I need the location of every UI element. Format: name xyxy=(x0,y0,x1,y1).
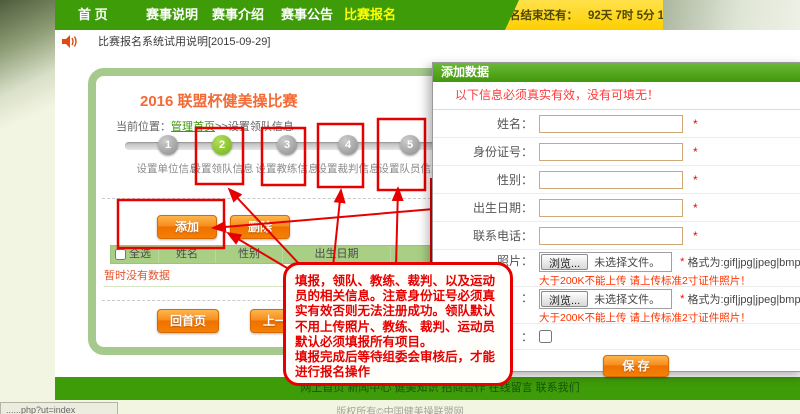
announcement-bar: 比赛报名系统试用说明[2015-09-29] xyxy=(62,33,270,49)
page-title: 2016 联盟杯健美操比赛 xyxy=(140,90,298,111)
select-all-label: 全选 xyxy=(129,246,151,263)
format-required-mark: * xyxy=(680,256,684,268)
step-circle-5: 5 xyxy=(400,135,420,155)
size-note-2: 大于200K不能上传 请上传标准2寸证件照片！ xyxy=(539,310,800,325)
annotation-line: 员的相关信息。注意身份证号必须真 xyxy=(295,289,504,304)
browse-button-1[interactable]: 浏览... xyxy=(541,254,588,270)
name-label: 姓名： xyxy=(433,115,533,132)
table-header-birthdate: 出生日期 xyxy=(283,246,391,263)
step-circle-2-active: 2 xyxy=(212,135,232,155)
step-circle-4: 4 xyxy=(338,135,358,155)
name-input[interactable] xyxy=(539,115,683,133)
annotation-line: 填报完成后等待组委会审核后，才能 xyxy=(295,350,504,365)
gender-label: 性别： xyxy=(433,171,533,188)
add-button[interactable]: 添加 xyxy=(157,215,217,239)
decor-corner-left xyxy=(0,0,55,150)
annotation-line: 进行报名操作 xyxy=(295,365,504,380)
copyright-text: 版权所有©中国健美操联盟网 xyxy=(260,403,540,414)
breadcrumb: 当前位置：管理首页>>设置领队信息 xyxy=(116,118,294,134)
countdown-banner: 距报名结束还有： 92天 7时 5分 16秒 xyxy=(505,0,663,30)
form-row-name: 姓名： * xyxy=(433,110,800,138)
gender-input[interactable] xyxy=(539,171,683,189)
browser-status-url: ......php?ut=index xyxy=(0,402,118,414)
table-header-gender: 性别 xyxy=(216,246,283,263)
breadcrumb-link-admin-home[interactable]: 管理首页 xyxy=(171,121,215,133)
breadcrumb-prefix: 当前位置： xyxy=(116,121,171,133)
save-button[interactable]: 保 存 xyxy=(603,355,669,377)
format-required-mark: * xyxy=(680,293,684,305)
required-mark: * xyxy=(693,173,698,187)
modal-checkbox[interactable] xyxy=(539,330,552,343)
delete-button[interactable]: 删除 xyxy=(230,215,290,239)
required-mark: * xyxy=(693,117,698,131)
required-mark: * xyxy=(693,229,698,243)
birthdate-input[interactable] xyxy=(539,199,683,217)
browse-button-2[interactable]: 浏览... xyxy=(541,291,588,307)
step-label-judge: 设置裁判信息 xyxy=(313,161,383,176)
form-row-birthdate: 出生日期： * xyxy=(433,194,800,222)
idnumber-label: 身份证号： xyxy=(433,143,533,160)
nav-item-event-notice[interactable]: 赛事公告 xyxy=(281,0,333,30)
format-note-2: 格式为:gif|jpg|jpeg|bmp xyxy=(687,291,800,307)
annotation-line: 默认必须填报所有项目。 xyxy=(295,335,504,350)
step-circle-3: 3 xyxy=(277,135,297,155)
back-home-button[interactable]: 回首页 xyxy=(157,309,219,333)
table-header-name: 姓名 xyxy=(159,246,216,263)
select-all-checkbox[interactable] xyxy=(115,249,126,260)
modal-notice: 以下信息必须真实有效，没有可填无！ xyxy=(433,82,800,110)
form-row-idnumber: 身份证号： * xyxy=(433,138,800,166)
required-mark: * xyxy=(693,145,698,159)
no-file-text-1: 未选择文件。 xyxy=(589,254,671,270)
nav-item-registration[interactable]: 比赛报名 xyxy=(344,0,396,30)
required-mark: * xyxy=(693,201,698,215)
phone-label: 联系电话： xyxy=(433,227,533,244)
modal-title: 添加数据 xyxy=(433,63,800,82)
step-circle-1: 1 xyxy=(158,135,178,155)
table-header-select: 全选 xyxy=(111,246,159,263)
bottom-strip: 版权所有©中国健美操联盟网 xyxy=(0,400,800,414)
step-label-leader: 设置领队信息 xyxy=(187,161,257,176)
phone-input[interactable] xyxy=(539,227,683,245)
birthdate-label: 出生日期： xyxy=(433,199,533,216)
screen: 首 页 赛事说明 赛事介绍 赛事公告 比赛报名 距报名结束还有： 92天 7时 … xyxy=(0,0,800,414)
file-input-1: 浏览... 未选择文件。 xyxy=(539,252,672,272)
format-note-1: 格式为:gif|jpg|jpeg|bmp xyxy=(687,254,800,270)
breadcrumb-current: >>设置领队信息 xyxy=(215,121,294,133)
nav-item-home[interactable]: 首 页 xyxy=(78,0,108,30)
nav-item-event-intro[interactable]: 赛事介绍 xyxy=(212,0,264,30)
form-row-gender: 性别： * xyxy=(433,166,800,194)
annotation-line: 填报，领队、教练、裁判、以及运动 xyxy=(295,274,504,289)
idnumber-input[interactable] xyxy=(539,143,683,161)
step-label-coach: 设置教练信息 xyxy=(252,161,322,176)
nav-item-event-description[interactable]: 赛事说明 xyxy=(146,0,198,30)
announcement-link[interactable]: 比赛报名系统试用说明[2015-09-29] xyxy=(98,33,270,49)
decor-corner-right xyxy=(662,0,800,30)
annotation-line: 实有效否则无法注册成功。领队默认 xyxy=(295,304,504,319)
size-note-1: 大于200K不能上传 请上传标准2寸证件照片！ xyxy=(539,273,800,288)
speaker-icon xyxy=(62,35,78,48)
no-file-text-2: 未选择文件。 xyxy=(589,291,671,307)
file-input-2: 浏览... 未选择文件。 xyxy=(539,289,672,309)
annotation-line: 不用上传照片、教练、裁判、运动员 xyxy=(295,320,504,335)
annotation-note: 填报，领队、教练、裁判、以及运动 员的相关信息。注意身份证号必须真 实有效否则无… xyxy=(283,262,513,386)
form-row-phone: 联系电话： * xyxy=(433,222,800,250)
